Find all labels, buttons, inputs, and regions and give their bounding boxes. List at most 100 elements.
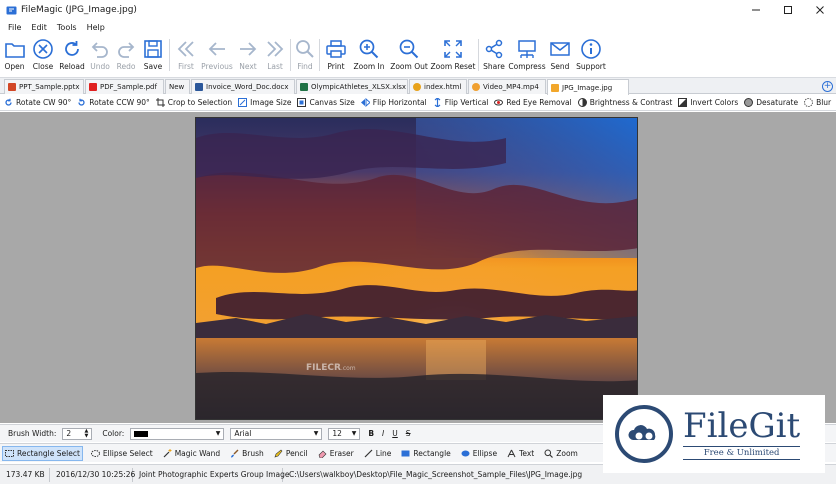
image-icon <box>551 83 559 92</box>
pencil-tool[interactable]: Pencil <box>272 447 310 460</box>
rectangle-tool[interactable]: Rectangle <box>399 447 452 460</box>
magic-wand-tool[interactable]: Magic Wand <box>161 447 222 460</box>
ellipse-select-tool[interactable]: Ellipse Select <box>89 447 155 460</box>
plus-icon: + <box>823 81 832 91</box>
info-icon <box>581 39 601 59</box>
save-button[interactable]: Save <box>139 34 167 76</box>
tab-invoice-word-doc[interactable]: Invoice_Word_Doc.docx <box>191 79 295 94</box>
rotate-ccw-button[interactable]: Rotate CCW 90° <box>77 98 150 107</box>
close-circle-icon <box>33 39 53 59</box>
compress-button[interactable]: Compress <box>507 34 547 76</box>
new-tab-button[interactable]: + <box>822 81 833 92</box>
excel-icon <box>300 83 308 91</box>
rectangle-select-tool[interactable]: Rectangle Select <box>2 445 83 461</box>
flip-horizontal-button[interactable]: Flip Horizontal <box>360 98 427 107</box>
tab-olympic-athletes[interactable]: OlympicAthletes_XLSX.xlsx <box>296 79 408 94</box>
menu-tools[interactable]: Tools <box>52 23 82 32</box>
reload-button[interactable]: Reload <box>57 34 87 76</box>
chevron-down-icon: ▼ <box>215 430 221 437</box>
minimize-button[interactable] <box>740 0 772 20</box>
eraser-tool[interactable]: Eraser <box>316 447 356 460</box>
open-button[interactable]: Open <box>0 34 29 76</box>
rotate-cw-icon <box>4 98 13 107</box>
main-toolbar: Open Close Reload Undo Redo Save First P… <box>0 34 836 76</box>
rotate-cw-button[interactable]: Rotate CW 90° <box>4 98 71 107</box>
menu-file[interactable]: File <box>3 23 26 32</box>
font-select[interactable]: Arial ▼ <box>230 427 323 440</box>
magic-wand-icon <box>163 448 172 458</box>
tab-ppt-sample[interactable]: PPT_Sample.pptx <box>4 79 84 94</box>
sunset-photo: FILECR.com <box>195 117 638 420</box>
brush-width-spinner[interactable]: 2 ▲ ▼ <box>62 427 93 440</box>
invert-icon <box>678 98 688 107</box>
send-button[interactable]: Send <box>547 34 573 76</box>
image-edit-toolbar: Rotate CW 90° Rotate CCW 90° Crop to Sel… <box>0 95 836 111</box>
image-size-button[interactable]: Image Size <box>238 98 291 107</box>
desaturate-button[interactable]: Desaturate <box>744 98 798 107</box>
rectangle-icon <box>401 449 410 458</box>
font-size-select[interactable]: 12 ▼ <box>328 427 361 440</box>
share-button[interactable]: Share <box>481 34 507 76</box>
invert-colors-button[interactable]: Invert Colors <box>678 98 738 107</box>
next-button[interactable]: Next <box>234 34 262 76</box>
strikethrough-button[interactable]: S <box>406 429 411 438</box>
support-button[interactable]: Support <box>573 34 609 76</box>
tab-new[interactable]: New <box>165 79 190 94</box>
undo-button[interactable]: Undo <box>87 34 113 76</box>
previous-button[interactable]: Previous <box>200 34 234 76</box>
underline-button[interactable]: U <box>392 429 398 438</box>
redo-button[interactable]: Redo <box>113 34 139 76</box>
image-canvas[interactable]: FILECR.com <box>0 112 836 423</box>
text-icon <box>507 449 516 458</box>
status-date: 2016/12/30 10:25:26 <box>50 467 135 482</box>
blur-button[interactable]: Blur <box>804 98 831 107</box>
maximize-icon <box>784 6 792 14</box>
line-tool[interactable]: Line <box>362 447 394 460</box>
share-icon <box>485 39 503 59</box>
ellipse-tool[interactable]: Ellipse <box>459 447 499 460</box>
bold-button[interactable]: B <box>368 429 374 438</box>
app-icon <box>5 4 17 16</box>
italic-button[interactable]: I <box>382 429 384 438</box>
status-file-path: C:\Users\walkboy\Desktop\File_Magic_Scre… <box>289 470 583 479</box>
filegit-badge: FileGit Free & Unlimited <box>603 395 825 473</box>
menu-help[interactable]: Help <box>82 23 110 32</box>
tab-index-html[interactable]: index.html <box>409 79 467 94</box>
first-button[interactable]: First <box>172 34 200 76</box>
zoom-reset-button[interactable]: Zoom Reset <box>430 34 476 76</box>
menu-edit[interactable]: Edit <box>26 23 52 32</box>
tab-jpg-image[interactable]: JPG_Image.jpg <box>547 79 629 95</box>
tab-video-mp4[interactable]: Video_MP4.mp4 <box>468 79 546 94</box>
flip-vertical-button[interactable]: Flip Vertical <box>433 98 488 107</box>
text-tool[interactable]: Text <box>505 447 536 460</box>
brush-tool[interactable]: Brush <box>228 447 266 460</box>
crop-to-selection-button[interactable]: Crop to Selection <box>155 98 232 107</box>
first-page-icon <box>177 41 194 57</box>
filegit-tagline: Free & Unlimited <box>683 446 801 460</box>
eye-icon <box>494 98 504 107</box>
maximize-button[interactable] <box>772 0 804 20</box>
last-button[interactable]: Last <box>262 34 288 76</box>
pdf-icon <box>89 83 97 91</box>
color-picker[interactable]: ▼ <box>130 427 225 440</box>
red-eye-removal-button[interactable]: Red Eye Removal <box>494 98 572 107</box>
brush-width-label: Brush Width: <box>8 429 57 438</box>
image-watermark: FILECR.com <box>306 363 356 373</box>
canvas-size-button[interactable]: Canvas Size <box>297 98 355 107</box>
zoom-in-button[interactable]: Zoom In <box>350 34 388 76</box>
undo-icon <box>91 42 108 58</box>
zoom-tool[interactable]: Zoom <box>542 447 580 460</box>
document-tabs: PPT_Sample.pptx PDF_Sample.pdf New Invoi… <box>0 77 836 95</box>
find-button[interactable]: Find <box>293 34 317 76</box>
status-file-size: 173.47 KB <box>0 467 50 482</box>
close-window-button[interactable] <box>804 0 836 20</box>
tab-pdf-sample[interactable]: PDF_Sample.pdf <box>85 79 164 94</box>
close-button[interactable]: Close <box>29 34 57 76</box>
print-button[interactable]: Print <box>322 34 350 76</box>
rectangle-select-icon <box>5 449 14 458</box>
zoom-out-button[interactable]: Zoom Out <box>388 34 430 76</box>
envelope-icon <box>550 42 570 56</box>
blur-icon <box>804 98 814 107</box>
brightness-contrast-button[interactable]: Brightness & Contrast <box>577 98 672 107</box>
close-icon <box>816 6 824 14</box>
